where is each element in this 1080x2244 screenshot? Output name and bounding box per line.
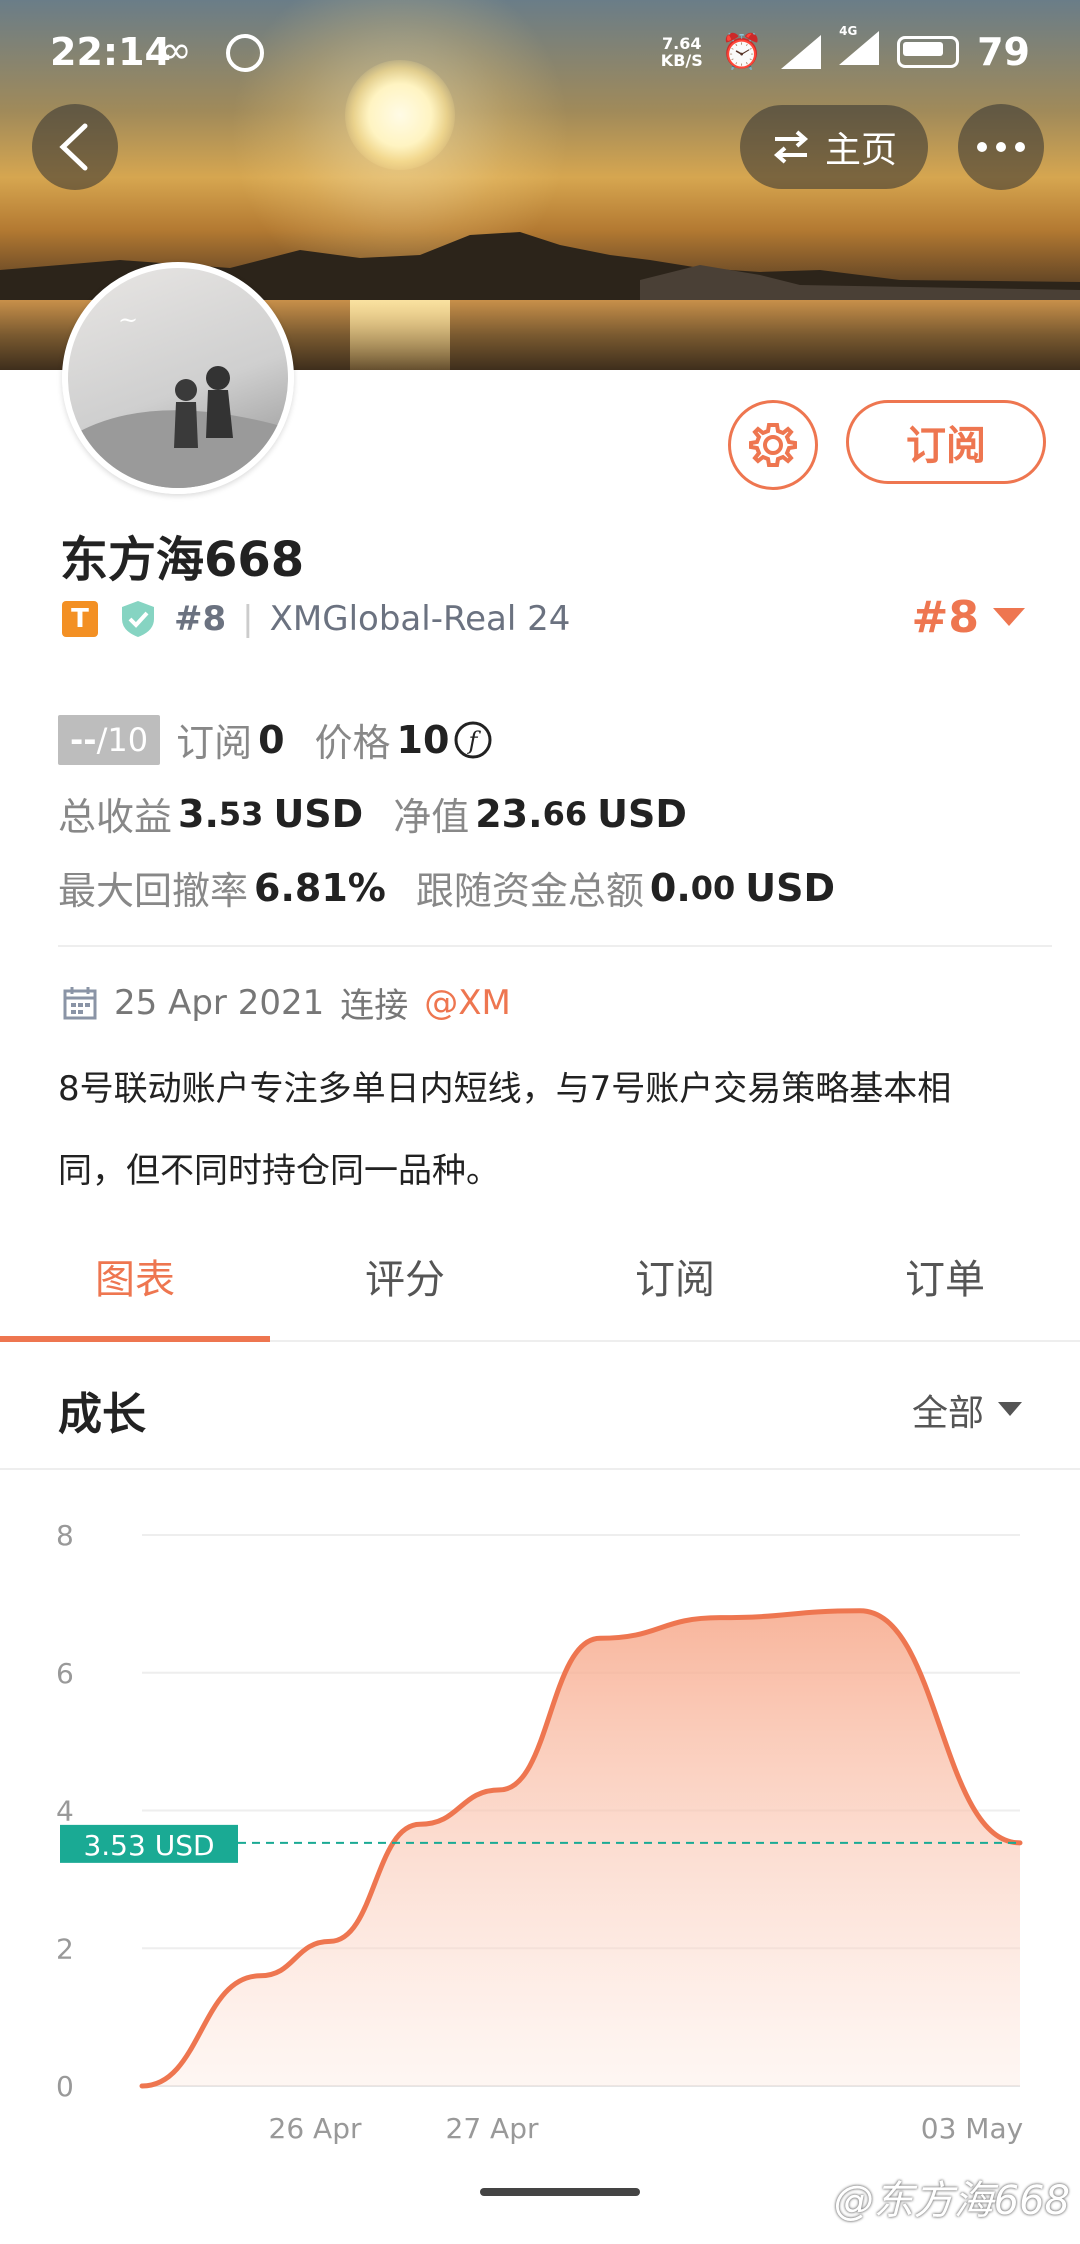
avatar[interactable]: ~ [62,262,294,494]
max-drawdown-value: 6.81% [254,865,386,910]
reference-label: 3.53 USD [83,1829,214,1862]
net-value-int: 23. [475,791,543,836]
growth-area [142,1610,1020,2086]
chevron-down-icon [998,1402,1022,1416]
divider [58,945,1052,947]
tab-subscribe[interactable]: 订阅 [540,1230,810,1340]
back-arrow-icon [59,123,88,171]
stats-row-3: 最大回撤率 6.81% 跟随资金总额 0. 00 USD [58,860,835,915]
home-button[interactable]: 主页 [740,105,928,189]
connection-date: 25 Apr 2021 [114,982,325,1023]
total-profit-dec: 53 [218,794,264,833]
swap-icon [773,130,809,164]
rank-small: #8 [174,599,227,639]
net-speed-value: 7.64 [662,34,702,53]
subscribe-count-label: 订阅 [176,721,253,765]
x-tick-label: 03 May [921,2112,1023,2145]
back-button[interactable] [32,104,118,190]
alarm-icon: ⏰ [720,32,764,72]
range-filter-dropdown[interactable]: 全部 [912,1384,1022,1436]
sun-reflection [350,300,450,370]
follow-funds-int: 0. [649,865,691,910]
score-value: -- [70,720,97,759]
separator: | [242,599,254,639]
net-value-dec: 66 [542,794,588,833]
section-title: 成长 [58,1389,146,1440]
account-description: 8号联动账户专注多单日内短线，与7号账户交易策略基本相 同，但不同时持仓同一品种… [58,1048,1038,1212]
svg-text:f: f [467,727,482,755]
settings-button[interactable] [728,400,818,490]
follow-funds-dec: 00 [690,868,736,907]
score-max: /10 [96,720,149,759]
follow-funds-label: 跟随资金总额 [415,869,644,913]
description-line-2: 同，但不同时持仓同一品种。 [58,1151,500,1191]
price-value: 10 [396,717,450,762]
subscribe-count: 0 [258,717,285,762]
net-speed-unit: KB/S [660,51,703,70]
rank-dropdown[interactable]: #8 [912,592,1025,643]
y-tick-label: 6 [56,1657,74,1690]
x-tick-label: 27 Apr [446,2112,539,2145]
tab-orders[interactable]: 订单 [810,1230,1080,1340]
app-notification-icon [226,34,264,72]
y-tick-label: 4 [56,1795,74,1828]
tab-bar: 图表 评分 订阅 订单 [0,1230,1080,1342]
home-label: 主页 [824,130,897,171]
total-profit-unit: USD [273,791,364,836]
follow-funds-unit: USD [745,865,836,910]
y-tick-label: 2 [56,1932,74,1965]
subscribe-button[interactable]: 订阅 [846,400,1046,484]
total-profit-int: 3. [178,791,219,836]
tab-chart[interactable]: 图表 [0,1230,270,1342]
range-filter-label: 全部 [911,1393,984,1434]
infinity-icon: ∞ [160,28,192,72]
battery-icon [897,36,960,68]
trader-badge: T [62,601,98,637]
more-dots-icon [977,142,1025,152]
description-line-1: 8号联动账户专注多单日内短线，与7号账户交易策略基本相 [58,1069,952,1109]
verified-shield-icon [122,601,154,637]
network-speed: 7.64 KB/S [661,35,703,69]
coin-icon: f [454,721,492,758]
x-tick-label: 26 Apr [269,2112,362,2145]
svg-text:~: ~ [118,306,138,334]
gear-icon [749,423,797,467]
score-box: --/10 [58,714,161,765]
avatar-image: ~ [68,306,288,488]
stats-row-2: 总收益 3. 53 USD 净值 23. 66 USD [58,786,687,841]
profile-name: 东方海668 [60,532,305,588]
account-name: XMGlobal-Real 24 [269,599,571,639]
signal-icon [781,35,822,69]
net-value-unit: USD [597,791,687,836]
connect-label: 连接 [340,986,409,1026]
battery-level: 79 [977,30,1030,74]
y-tick-label: 8 [56,1519,74,1552]
y-tick-label: 0 [56,2070,74,2103]
rank-big-label: #8 [911,592,979,643]
broker-link[interactable]: @XM [424,983,511,1023]
profile-tags: T #8 | XMGlobal-Real 24 [62,596,570,642]
status-bar: 22:14 ∞ 7.64 KB/S ⏰ 4G 79 [0,24,1080,80]
signal-4g: 4G [839,24,880,74]
total-profit-label: 总收益 [58,795,173,839]
growth-chart-svg: 3.53 USD 0 2 4 6 8 26 Apr 27 Apr 03 May [56,1519,1023,2145]
gesture-home-bar[interactable] [480,2188,640,2196]
price-label: 价格 [314,721,391,765]
max-drawdown-label: 最大回撤率 [58,869,249,913]
caret-down-icon [993,607,1025,626]
growth-chart: 3.53 USD 0 2 4 6 8 26 Apr 27 Apr 03 May [0,1468,1080,2168]
net-value-label: 净值 [393,795,470,839]
calendar-icon [63,986,97,1019]
stats-row-1: --/10 订阅 0 价格 10 f [58,712,493,767]
network-type: 4G [839,24,858,38]
status-right: 7.64 KB/S ⏰ 4G 79 [661,24,1030,74]
growth-section-header: 成长 全部 [0,1342,1080,1470]
status-time: 22:14 [50,30,171,74]
connection-info: 25 Apr 2021 连接 @XM [62,978,511,1027]
tab-rating[interactable]: 评分 [270,1230,540,1340]
more-button[interactable] [958,104,1044,190]
watermark: @东方海668 [833,2178,1070,2224]
